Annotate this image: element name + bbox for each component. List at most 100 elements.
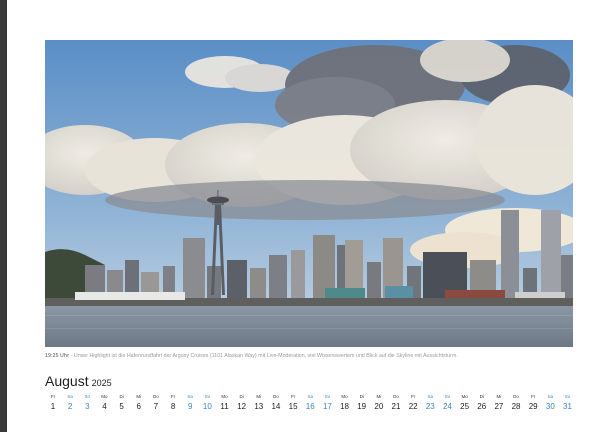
day-number: 29 [528,402,538,411]
calendar-day: Di 5 [114,392,130,412]
calendar-day: Do 21 [388,392,404,412]
calendar-day: Sa 23 [422,392,438,412]
weekday-label: Do [273,394,279,399]
day-number: 4 [102,402,107,411]
day-number: 18 [340,402,349,411]
month-title: August 2025 [45,373,112,391]
weekday-label: Mo [341,394,348,399]
weekday-label: Do [513,394,519,399]
calendar-day: So 31 [560,392,576,412]
day-number: 5 [119,402,124,411]
seattle-skyline-photo [45,40,573,347]
caption-text: - Unser Highlight ist die Hafenrundfahrt… [69,353,458,359]
calendar-day: Mo 11 [217,392,233,412]
weekday-label: Do [153,394,159,399]
weekday-label: Mo [101,394,108,399]
day-number: 14 [271,402,281,411]
day-number: 31 [563,402,572,411]
calendar-day: Do 7 [148,392,164,412]
month-name: August [45,373,89,389]
weekday-label: So [564,394,571,399]
day-number: 25 [460,402,470,411]
weekday-label: Sa [67,394,73,399]
weekday-label: So [204,394,211,399]
day-number: 10 [202,402,212,411]
calendar-day: Fr 29 [525,392,541,412]
calendar-days-row: Fr 1 Sa 2 So 3 Mo 4 Di 5 Mi 6 Do 7 Fr 8 Sa 9 So 10 Mo 11 Di 12 M… [45,392,575,416]
calendar-day: Mi 20 [371,392,387,412]
weekday-label: Mi [256,394,262,399]
weekday-label: Mi [376,394,382,399]
day-number: 3 [85,402,90,411]
day-number: 21 [391,402,401,411]
day-number: 1 [50,402,56,411]
calendar-day: Sa 9 [182,392,198,412]
weekday-label: Di [239,394,244,399]
weekday-label: Sa [187,394,193,399]
day-number: 20 [374,402,384,411]
calendar-day: Fr 8 [165,392,181,412]
calendar-day: Mi 13 [251,392,267,412]
calendar-day: Do 14 [268,392,284,412]
calendar-day: So 10 [199,392,215,412]
day-number: 12 [237,402,247,411]
weekday-label: Di [119,394,124,399]
calendar-day: Mo 25 [457,392,473,412]
calendar-day: Do 28 [508,392,524,412]
calendar-day: So 3 [79,392,95,412]
day-number: 15 [288,402,298,411]
calendar-day: Di 12 [234,392,250,412]
day-number: 23 [425,402,435,411]
calendar-day: Sa 30 [542,392,558,412]
weekday-label: Sa [307,394,313,399]
weekday-label: Fr [170,394,176,399]
photo-caption: 19:25 Uhr - Unser Highlight ist die Hafe… [45,353,585,359]
skyline-illustration [45,40,573,347]
day-number: 22 [408,402,418,411]
weekday-label: So [324,394,331,399]
day-number: 26 [477,402,487,411]
calendar-day: Fr 22 [405,392,421,412]
calendar-day: Sa 2 [62,392,78,412]
day-number: 2 [67,402,73,411]
calendar-day: Fr 1 [45,392,61,412]
weekday-label: Mo [221,394,228,399]
day-number: 24 [442,402,452,411]
weekday-label: Fr [50,394,56,399]
weekday-label: Sa [547,394,554,399]
weekday-label: Sa [427,394,434,399]
weekday-label: Fr [290,394,296,399]
calendar-day: Di 26 [474,392,490,412]
calendar-day: Fr 15 [285,392,301,412]
caption-time: 19:25 Uhr [45,353,70,359]
weekday-label: So [84,394,91,399]
day-number: 9 [187,402,193,411]
weekday-label: Mo [461,394,468,399]
day-number: 28 [511,402,521,411]
day-number: 17 [322,402,332,411]
day-number: 13 [254,402,264,411]
calendar-day: Mi 6 [131,392,147,412]
weekday-label: So [444,394,451,399]
day-number: 7 [153,402,159,411]
weekday-label: Mi [496,394,502,399]
calendar-day: Di 19 [354,392,370,412]
day-number: 27 [494,402,504,411]
day-number: 19 [357,402,367,411]
day-number: 30 [545,402,555,411]
weekday-label: Do [393,394,399,399]
weekday-label: Mi [136,394,142,399]
weekday-label: Fr [411,394,416,399]
calendar-day: Mo 18 [337,392,353,412]
weekday-label: Fr [531,394,536,399]
month-year: 2025 [91,378,112,388]
weekday-label: Di [359,394,364,399]
weekday-label: Di [479,394,484,399]
day-number: 16 [305,402,315,411]
calendar-page: 19:25 Uhr - Unser Highlight ist die Hafe… [7,0,611,432]
calendar-day: So 17 [319,392,335,412]
day-number: 6 [136,402,141,411]
calendar-day: Sa 16 [302,392,318,412]
day-number: 11 [220,402,229,411]
calendar-day: Mi 27 [491,392,507,412]
